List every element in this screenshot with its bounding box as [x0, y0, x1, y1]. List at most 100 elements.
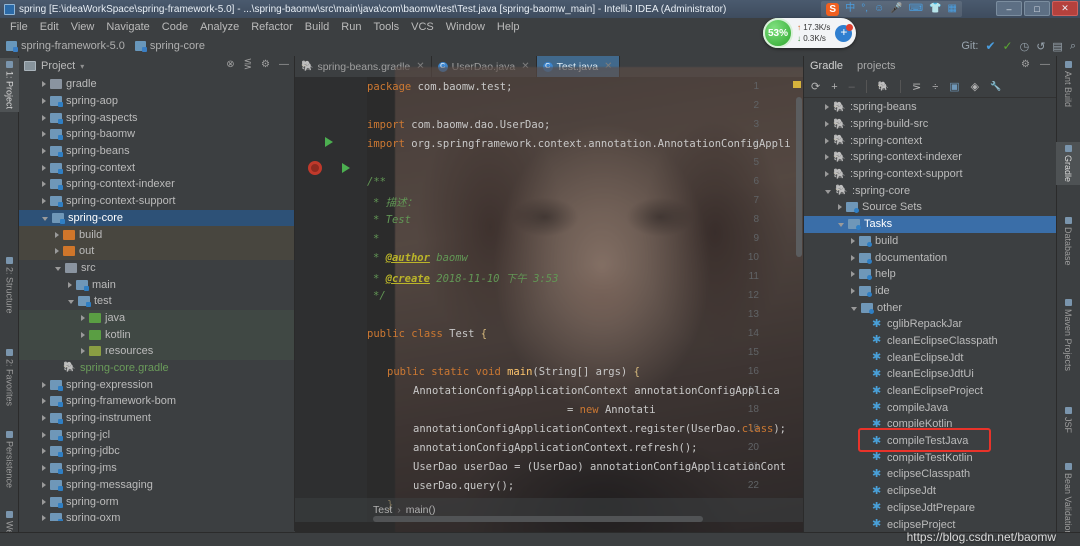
tree-node-main[interactable]: main	[19, 276, 294, 293]
editor-vertical-scrollbar[interactable]	[796, 97, 802, 257]
tree-node-src[interactable]: src	[19, 260, 294, 277]
gradle-node-source-sets[interactable]: Source Sets	[804, 199, 1056, 216]
gradle-hide-icon[interactable]: —	[1040, 59, 1050, 70]
gear-icon[interactable]: ⚙	[261, 59, 270, 70]
ime-chinese-icon[interactable]: 中	[845, 4, 855, 14]
gradle-node-eclipsejdtprepare[interactable]: ✱eclipseJdtPrepare	[804, 500, 1056, 517]
chevron-right-icon[interactable]	[838, 204, 842, 210]
window-controls[interactable]: – □ ✕	[996, 1, 1078, 16]
gradle-tree[interactable]: 🐘:spring-beans🐘:spring-build-src🐘:spring…	[804, 99, 1056, 546]
right-tool-tab-beanvalidation[interactable]: Bean Validation	[1056, 460, 1080, 538]
gradle-tab-projects[interactable]: projects	[857, 60, 896, 72]
refresh-icon[interactable]: ⟳	[811, 80, 820, 93]
network-speed-widget[interactable]: 53% ↑ 17.3K/s ↓ 0.3K/s +	[763, 18, 856, 48]
menu-item-refactor[interactable]: Refactor	[245, 18, 299, 36]
chevron-right-icon[interactable]	[825, 154, 829, 160]
chevron-down-icon[interactable]	[55, 267, 61, 271]
gradle-node-cleaneclipseproject[interactable]: ✱cleanEclipseProject	[804, 383, 1056, 400]
chevron-right-icon[interactable]	[42, 499, 46, 505]
chevron-right-icon[interactable]	[81, 348, 85, 354]
source-code[interactable]: package com.baomw.test; import com.baomw…	[295, 77, 803, 522]
chevron-down-icon[interactable]: ▾	[80, 62, 84, 71]
search-icon[interactable]: ⌕	[1070, 40, 1076, 53]
menu-item-analyze[interactable]: Analyze	[194, 18, 245, 36]
tree-node-spring-jdbc[interactable]: spring-jdbc	[19, 443, 294, 460]
chevron-right-icon[interactable]	[42, 165, 46, 171]
menu-item-code[interactable]: Code	[156, 18, 194, 36]
gradle-node-eclipsejdt[interactable]: ✱eclipseJdt	[804, 483, 1056, 500]
add-icon[interactable]: +	[831, 81, 837, 93]
chevron-right-icon[interactable]	[42, 515, 46, 521]
chevron-right-icon[interactable]	[851, 238, 855, 244]
tree-node-spring-jms[interactable]: spring-jms	[19, 460, 294, 477]
chevron-down-icon[interactable]	[68, 300, 74, 304]
toggle-offline-icon[interactable]: ◈	[971, 80, 979, 93]
tree-node-spring-beans[interactable]: spring-beans	[19, 143, 294, 160]
chevron-right-icon[interactable]	[55, 232, 59, 238]
tree-node-spring-framework-bom[interactable]: spring-framework-bom	[19, 393, 294, 410]
right-tool-tab-mavenprojects[interactable]: Maven Projects	[1056, 296, 1080, 374]
collapse-all-icon[interactable]: ⊗	[226, 59, 234, 70]
chevron-right-icon[interactable]	[55, 248, 59, 254]
menu-item-window[interactable]: Window	[440, 18, 491, 36]
close-button[interactable]: ✕	[1052, 1, 1078, 16]
chevron-right-icon[interactable]	[42, 448, 46, 454]
gradle-node-compiletestjava[interactable]: ✱compileTestJava	[804, 433, 1056, 450]
chevron-right-icon[interactable]	[42, 415, 46, 421]
tree-node-spring-aop[interactable]: spring-aop	[19, 93, 294, 110]
tree-node-spring-instrument[interactable]: spring-instrument	[19, 410, 294, 427]
gradle-tab-gradle[interactable]: Gradle	[810, 60, 843, 72]
left-tool-tab-favorites[interactable]: 2: Favorites	[0, 346, 19, 409]
gradle-node--spring-core[interactable]: 🐘:spring-core	[804, 182, 1056, 199]
menu-item-edit[interactable]: Edit	[34, 18, 65, 36]
cpu-usage-gauge[interactable]: 53%	[763, 18, 793, 48]
editor-warning-marker[interactable]	[793, 81, 801, 88]
right-tool-tab-jsf[interactable]: JSF	[1056, 404, 1080, 436]
code-area[interactable]: 12345678910111213141516171819202122 pack…	[295, 77, 803, 522]
tree-node-spring-context-support[interactable]: spring-context-support	[19, 193, 294, 210]
chevron-right-icon[interactable]	[81, 332, 85, 338]
right-tool-tab-database[interactable]: Database	[1056, 214, 1080, 269]
vcs-commit-icon[interactable]: ✓	[1003, 39, 1013, 53]
chevron-right-icon[interactable]	[851, 255, 855, 261]
gradle-node-cleaneclipsejdtui[interactable]: ✱cleanEclipseJdtUi	[804, 366, 1056, 383]
gradle-node-compiletestkotlin[interactable]: ✱compileTestKotlin	[804, 449, 1056, 466]
menu-item-help[interactable]: Help	[491, 18, 526, 36]
gradle-node--spring-build-src[interactable]: 🐘:spring-build-src	[804, 116, 1056, 133]
gradle-node-help[interactable]: help	[804, 266, 1056, 283]
right-tool-tab-gradle[interactable]: Gradle	[1056, 142, 1080, 185]
chevron-right-icon[interactable]	[825, 171, 829, 177]
chevron-right-icon[interactable]	[42, 131, 46, 137]
gradle-settings-icon[interactable]: ⚙	[1021, 59, 1030, 70]
menu-item-vcs[interactable]: VCS	[405, 18, 440, 36]
chevron-down-icon[interactable]	[42, 217, 48, 221]
gradle-node--spring-context[interactable]: 🐘:spring-context	[804, 132, 1056, 149]
chevron-right-icon[interactable]	[851, 271, 855, 277]
tree-node-java[interactable]: java	[19, 310, 294, 327]
tree-node-out[interactable]: out	[19, 243, 294, 260]
gradle-node-eclipseclasspath[interactable]: ✱eclipseClasspath	[804, 466, 1056, 483]
breadcrumb-method[interactable]: main()	[406, 504, 436, 516]
remove-icon[interactable]: –	[849, 81, 855, 93]
chevron-right-icon[interactable]	[825, 121, 829, 127]
menu-item-run[interactable]: Run	[335, 18, 367, 36]
left-tool-tab-persistence[interactable]: Persistence	[0, 428, 19, 491]
menu-item-navigate[interactable]: Navigate	[100, 18, 155, 36]
chevron-right-icon[interactable]	[42, 432, 46, 438]
chevron-right-icon[interactable]	[42, 148, 46, 154]
tree-node-spring-oxm[interactable]: spring-oxm	[19, 510, 294, 521]
gradle-node-ide[interactable]: ide	[804, 283, 1056, 300]
vcs-update-icon[interactable]: ✔	[985, 39, 995, 53]
menu-item-file[interactable]: File	[4, 18, 34, 36]
tree-node-spring-aspects[interactable]: spring-aspects	[19, 109, 294, 126]
ime-keyboard-icon[interactable]: ⌨	[909, 4, 923, 14]
gradle-elephant-icon[interactable]: 🐘	[878, 81, 889, 92]
chevron-down-icon[interactable]	[825, 190, 831, 194]
left-tool-tab-project[interactable]: 1: Project	[0, 58, 19, 112]
chevron-down-icon[interactable]	[838, 223, 844, 227]
chevron-right-icon[interactable]	[42, 115, 46, 121]
chevron-right-icon[interactable]	[42, 181, 46, 187]
widget-expand-button[interactable]: +	[835, 25, 852, 42]
chevron-right-icon[interactable]	[42, 382, 46, 388]
gradle-node--spring-context-support[interactable]: 🐘:spring-context-support	[804, 166, 1056, 183]
